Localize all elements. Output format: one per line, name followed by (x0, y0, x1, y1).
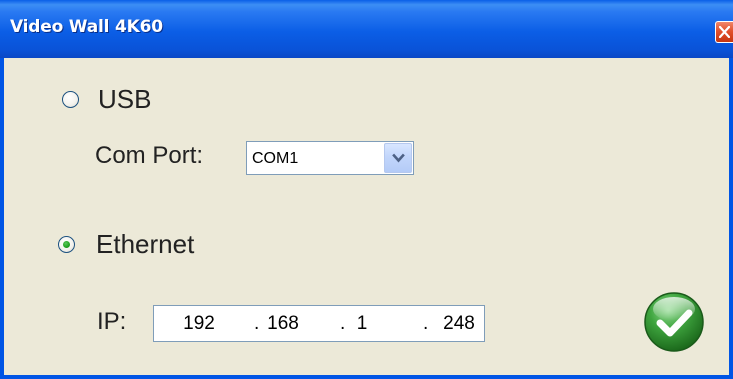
ethernet-label[interactable]: Ethernet (96, 229, 194, 260)
title-bar[interactable]: Video Wall 4K60 (0, 0, 733, 58)
ip-octet-2[interactable]: 168 (260, 313, 306, 335)
app-window: Video Wall 4K60 USB Com Port: COM1 Ether… (0, 0, 733, 379)
window-title: Video Wall 4K60 (10, 17, 163, 37)
checkmark-icon (644, 292, 704, 352)
ip-label: IP: (97, 308, 127, 335)
radio-selected-dot (63, 241, 70, 248)
com-port-select[interactable]: COM1 (246, 141, 414, 175)
chevron-down-icon (392, 153, 405, 163)
ip-octet-4[interactable]: 248 (439, 313, 479, 335)
close-button[interactable] (715, 21, 733, 43)
ethernet-radio[interactable] (58, 236, 75, 253)
usb-radio[interactable] (62, 91, 79, 108)
ip-separator: . (254, 313, 260, 334)
ip-separator: . (423, 313, 429, 334)
ok-button[interactable] (643, 291, 705, 353)
usb-label[interactable]: USB (98, 84, 151, 115)
ip-octet-1[interactable]: 192 (176, 313, 222, 335)
ip-address-field[interactable]: 192 . 168 . 1 . 248 (153, 305, 485, 342)
ip-octet-3[interactable]: 1 (350, 313, 374, 335)
com-port-dropdown-button[interactable] (384, 143, 412, 173)
com-port-value: COM1 (252, 150, 299, 167)
com-port-label: Com Port: (95, 142, 204, 169)
close-icon (719, 26, 730, 38)
ip-separator: . (340, 313, 346, 334)
